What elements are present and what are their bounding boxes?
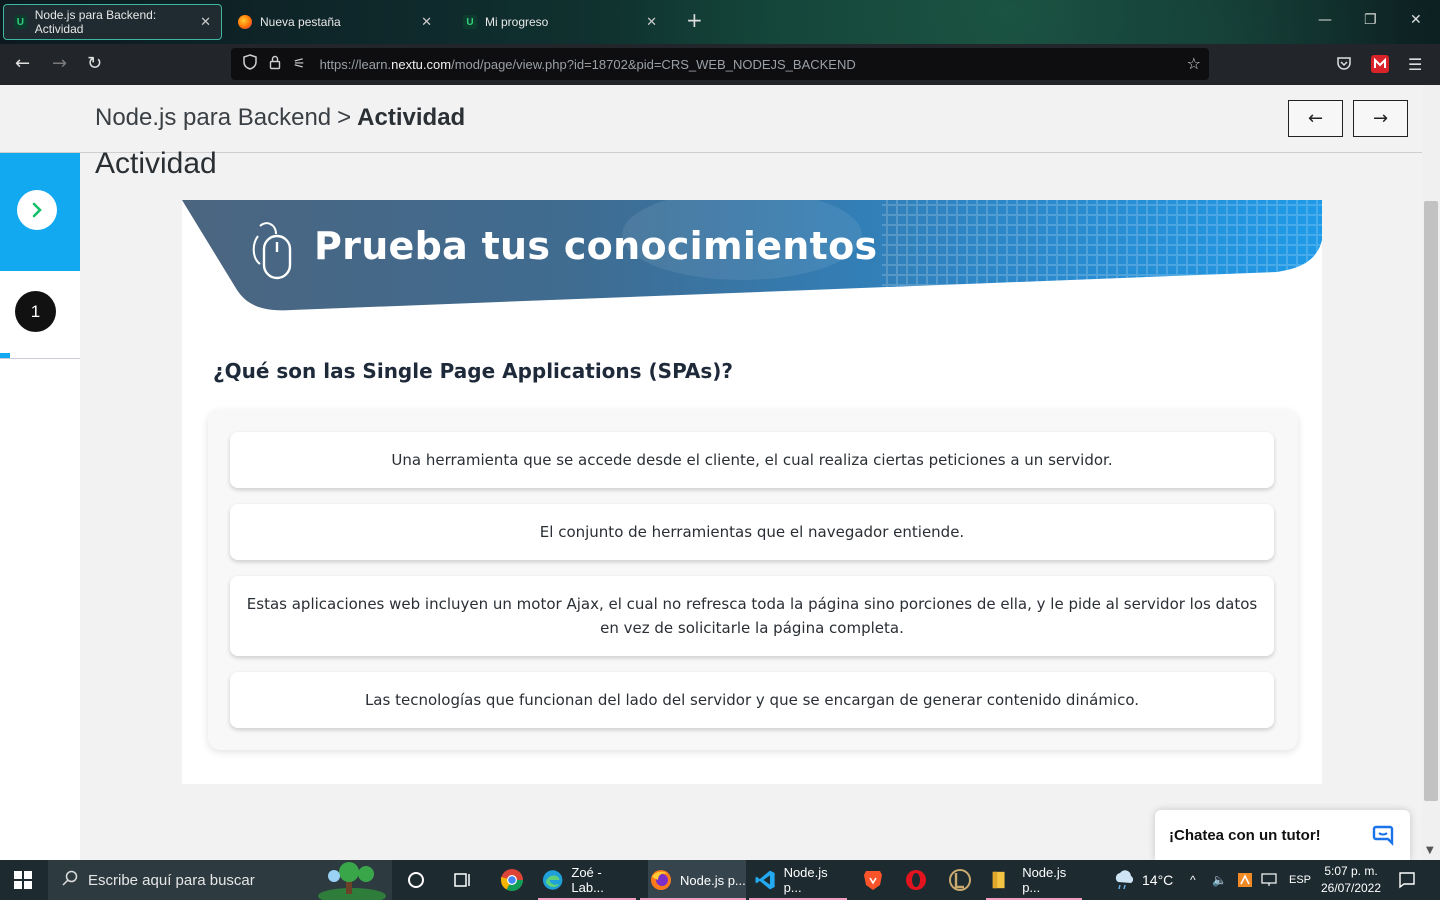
arrow-right-icon: → (1372, 108, 1389, 129)
lock-icon[interactable] (269, 55, 281, 74)
nextu-u-icon: U (14, 15, 27, 29)
league-client-icon[interactable] (949, 860, 971, 900)
search-icon (62, 870, 78, 890)
minimize-icon[interactable]: — (1318, 12, 1332, 28)
url-path: /mod/page/view.php?id=18702&pid=CRS_WEB_… (451, 56, 856, 72)
sidebar-toggle-button[interactable] (17, 190, 57, 230)
reload-icon[interactable]: ↻ (87, 53, 102, 75)
taskbar-app-label: Node.js p... (1022, 865, 1067, 895)
breadcrumb: Node.js para Backend > Actividad (95, 104, 465, 132)
firefox-icon (238, 15, 252, 29)
network-icon[interactable] (1261, 860, 1277, 900)
back-icon[interactable]: ← (15, 53, 30, 75)
close-tab-icon[interactable]: ✕ (200, 14, 211, 30)
sidebar-header (0, 153, 80, 271)
brave-icon[interactable] (863, 860, 883, 900)
clock[interactable]: 5:07 p. m. 26/07/2022 (1316, 860, 1386, 900)
clock-date: 26/07/2022 (1320, 881, 1382, 895)
clock-time: 5:07 p. m. (1324, 864, 1378, 878)
banner-title: Prueba tus conocimientos (314, 224, 878, 268)
language-indicator[interactable]: ESP (1289, 860, 1311, 900)
breadcrumb-current: Actividad (357, 104, 466, 131)
step-number-badge[interactable]: 1 (15, 291, 56, 332)
edge-icon (542, 870, 563, 890)
weather-widget[interactable]: 14°C (1112, 860, 1173, 900)
browser-nav-bar: ← → ↻ ⚟ https://learn.nextu.com/mod/page… (0, 44, 1440, 85)
chat-widget[interactable]: ¡Chatea con un tutor! (1155, 810, 1410, 860)
taskbar-app-label: Zoé - Lab... (571, 865, 604, 895)
pocket-icon[interactable] (1336, 55, 1354, 73)
tab-nueva-pestana[interactable]: Nueva pestaña ✕ (228, 4, 442, 40)
volume-icon[interactable]: 🔈 (1212, 860, 1227, 900)
url-domain: nextu.com (391, 56, 452, 72)
answer-option-4[interactable]: Las tecnologías que funcionan del lado d… (230, 672, 1274, 728)
divider (0, 358, 80, 359)
tab-mi-progreso[interactable]: U Mi progreso ✕ (453, 4, 667, 40)
app-tray-icon[interactable] (1238, 860, 1252, 900)
cortana-icon[interactable] (407, 860, 425, 900)
restore-icon[interactable]: ❐ (1364, 12, 1377, 28)
close-tab-icon[interactable]: ✕ (646, 14, 657, 30)
chat-bubble-icon (1372, 825, 1394, 846)
shield-icon[interactable] (243, 54, 257, 74)
tab-actividad[interactable]: U Node.js para Backend: Actividad ✕ (3, 4, 222, 40)
scroll-down-icon[interactable]: ▼ (1426, 845, 1434, 856)
options-panel: Una herramienta que se accede desde el c… (208, 410, 1298, 750)
scrollbar-thumb[interactable] (1424, 201, 1438, 801)
taskbar-app-firefox[interactable]: Node.js p... (640, 860, 746, 900)
browser-tab-bar: U Node.js para Backend: Actividad ✕ Nuev… (0, 0, 1440, 44)
permissions-icon[interactable]: ⚟ (293, 56, 306, 72)
previous-button[interactable]: ← (1288, 100, 1343, 137)
windows-taskbar: Escribe aquí para buscar Zoé - Lab... No… (0, 860, 1440, 900)
search-placeholder: Escribe aquí para buscar (88, 871, 255, 889)
address-bar[interactable]: ⚟ https://learn.nextu.com/mod/page/view.… (231, 48, 1209, 80)
taskbar-app-vscode[interactable]: Node.js p... (749, 860, 847, 900)
windows-start-icon[interactable] (14, 860, 32, 900)
weather-temperature: 14°C (1142, 872, 1174, 888)
question-text: ¿Qué son las Single Page Applications (S… (213, 359, 734, 383)
bookmark-star-icon[interactable]: ☆ (1187, 54, 1201, 73)
sidebar: 1 (0, 153, 80, 860)
file-explorer-icon (992, 871, 1005, 889)
new-tab-icon[interactable]: + (686, 10, 703, 30)
url-text[interactable]: https://learn.nextu.com/mod/page/view.ph… (320, 57, 856, 72)
firefox-icon (651, 870, 671, 890)
opera-icon[interactable] (905, 860, 927, 900)
activity-card: Prueba tus conocimientos ¿Qué son las Si… (182, 200, 1322, 784)
tab-title: Mi progreso (485, 15, 549, 29)
chrome-icon[interactable] (500, 860, 524, 900)
chat-label: ¡Chatea con un tutor! (1169, 826, 1321, 844)
notification-center-icon[interactable] (1398, 860, 1416, 900)
arrow-left-icon: ← (1307, 108, 1324, 129)
url-prefix: https://learn. (319, 56, 392, 72)
forward-icon[interactable]: → (52, 53, 67, 75)
page-header: Node.js para Backend > Actividad ← → (0, 85, 1422, 153)
chevron-up-icon[interactable]: ^ (1190, 860, 1196, 900)
answer-option-3[interactable]: Estas aplicaciones web incluyen un motor… (230, 576, 1274, 656)
breadcrumb-course-link[interactable]: Node.js para Backend (95, 104, 331, 131)
taskbar-app-label: Node.js p... (680, 872, 746, 888)
close-tab-icon[interactable]: ✕ (421, 14, 432, 30)
chevron-right-icon (32, 202, 42, 218)
tab-title: Nueva pestaña (260, 15, 341, 29)
taskbar-app-label: Node.js p... (783, 865, 828, 895)
tab-title: Node.js para Backend: Actividad (34, 8, 157, 36)
close-window-icon[interactable]: ✕ (1410, 12, 1422, 28)
breadcrumb-separator: > (337, 104, 352, 131)
cloud-rain-icon (1115, 870, 1134, 890)
taskbar-app-edge[interactable]: Zoé - Lab... (538, 860, 636, 900)
nextu-u-icon: U (463, 15, 477, 29)
answer-option-2[interactable]: El conjunto de herramientas que el naveg… (230, 504, 1274, 560)
search-highlight-icon (316, 862, 388, 900)
vscode-icon (755, 870, 775, 890)
next-button[interactable]: → (1353, 100, 1408, 137)
taskbar-search-input[interactable]: Escribe aquí para buscar (48, 860, 392, 900)
answer-option-1[interactable]: Una herramienta que se accede desde el c… (230, 432, 1274, 488)
task-view-icon[interactable] (454, 860, 472, 900)
mega-extension-icon[interactable] (1371, 55, 1389, 73)
menu-icon[interactable]: ☰ (1408, 55, 1426, 74)
taskbar-app-explorer[interactable]: Node.js p... (986, 860, 1082, 900)
page-title: Actividad (95, 147, 217, 180)
